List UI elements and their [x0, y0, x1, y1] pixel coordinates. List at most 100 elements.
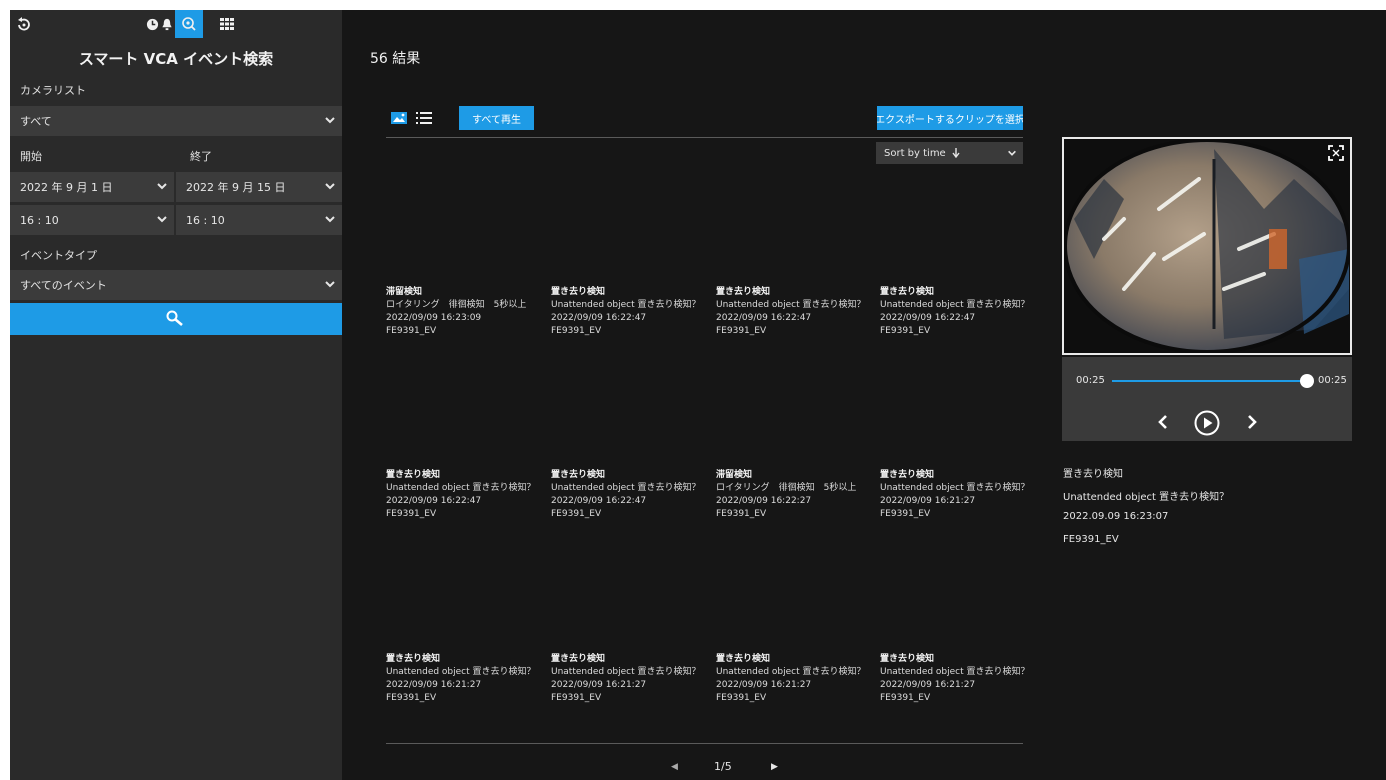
card-title: 置き去り検知 — [716, 287, 771, 297]
card-description: Unattended object 置き去り検知？ — [386, 483, 536, 493]
card-camera: FE9391_EV — [716, 326, 767, 336]
fullscreen-icon[interactable] — [1328, 145, 1344, 161]
result-card[interactable]: 置き去り検知 Unattended object 置き去り検知？ 2022/09… — [551, 469, 711, 521]
search-button[interactable] — [10, 303, 342, 335]
end-time-select[interactable]: 16 : 10 — [176, 205, 342, 235]
card-title: 置き去り検知 — [551, 654, 606, 664]
card-timestamp: 2022/09/09 16:22:47 — [880, 313, 976, 323]
preview-camera: FE9391_EV — [1063, 534, 1119, 545]
result-card[interactable]: 置き去り検知 Unattended object 置き去り検知？ 2022/09… — [880, 653, 1040, 705]
start-time-select[interactable]: 16 : 10 — [10, 205, 174, 235]
video-preview[interactable] — [1062, 137, 1352, 355]
card-camera: FE9391_EV — [551, 509, 602, 519]
card-description: Unattended object 置き去り検知？ — [386, 667, 536, 677]
sidebar: スマート VCA イベント検索 カメラリスト すべて 開始 終了 2022 年 … — [10, 10, 342, 780]
card-description: Unattended object 置き去り検知？ — [551, 300, 701, 310]
end-label: 終了 — [190, 150, 212, 163]
sort-select[interactable]: Sort by time — [876, 142, 1023, 164]
camera-list-label: カメラリスト — [20, 84, 86, 97]
export-clips-button[interactable]: エクスポートするクリップを選択 — [877, 106, 1023, 130]
chevron-down-icon — [325, 117, 335, 124]
result-card[interactable]: 置き去り検知 Unattended object 置き去り検知？ 2022/09… — [880, 286, 1040, 338]
card-description: Unattended object 置き去り検知？ — [716, 667, 866, 677]
card-timestamp: 2022/09/09 16:22:47 — [551, 496, 647, 506]
card-timestamp: 2022/09/09 16:21:27 — [880, 680, 976, 690]
card-timestamp: 2022/09/09 16:22:47 — [386, 496, 482, 506]
chevron-down-icon — [325, 281, 335, 288]
result-card[interactable]: 置き去り検知 Unattended object 置き去り検知？ 2022/09… — [716, 286, 876, 338]
card-camera: FE9391_EV — [880, 693, 931, 703]
next-page-icon[interactable]: ▶ — [771, 762, 778, 772]
camera-select[interactable]: すべて — [10, 106, 342, 136]
next-icon[interactable] — [1246, 415, 1258, 429]
card-timestamp: 2022/09/09 16:22:27 — [716, 496, 812, 506]
start-date-value: 2022 年 9 月 1 日 — [20, 181, 113, 194]
total-time: 00:25 — [1318, 375, 1347, 386]
search-icon — [166, 310, 183, 326]
divider — [386, 137, 1023, 138]
chevron-down-icon — [157, 216, 167, 223]
start-date-select[interactable]: 2022 年 9 月 1 日 — [10, 172, 174, 202]
result-card[interactable]: 滞留検知 ロイタリング 徘徊検知 5秒以上 2022/09/09 16:23:0… — [386, 286, 546, 338]
card-title: 滞留検知 — [386, 287, 423, 297]
result-card[interactable]: 置き去り検知 Unattended object 置き去り検知？ 2022/09… — [551, 286, 711, 338]
card-timestamp: 2022/09/09 16:23:09 — [386, 313, 482, 323]
card-timestamp: 2022/09/09 16:21:27 — [551, 680, 647, 690]
grid-icon[interactable] — [213, 10, 241, 38]
smart-search-icon[interactable] — [175, 10, 203, 38]
card-title: 置き去り検知 — [551, 470, 606, 480]
card-description: Unattended object 置き去り検知？ — [880, 667, 1030, 677]
prev-page-icon[interactable]: ◀ — [671, 762, 678, 772]
thumbnail-view-icon[interactable] — [391, 110, 407, 126]
play-all-button[interactable]: すべて再生 — [459, 106, 534, 130]
card-title: 置き去り検知 — [880, 470, 935, 480]
previous-icon[interactable] — [1157, 415, 1169, 429]
back-icon[interactable] — [10, 10, 38, 38]
result-card[interactable]: 置き去り検知 Unattended object 置き去り検知？ 2022/09… — [551, 653, 711, 705]
card-camera: FE9391_EV — [551, 326, 602, 336]
chevron-down-icon — [325, 183, 335, 190]
chevron-down-icon — [157, 183, 167, 190]
card-title: 置き去り検知 — [880, 654, 935, 664]
card-description: ロイタリング 徘徊検知 5秒以上 — [386, 300, 527, 310]
preview-title: 置き去り検知 — [1063, 469, 1123, 480]
result-card[interactable]: 置き去り検知 Unattended object 置き去り検知？ 2022/09… — [386, 469, 546, 521]
list-view-icon[interactable] — [416, 110, 432, 126]
result-card[interactable]: 置き去り検知 Unattended object 置き去り検知？ 2022/09… — [386, 653, 546, 705]
result-card[interactable]: 滞留検知 ロイタリング 徘徊検知 5秒以上 2022/09/09 16:22:2… — [716, 469, 876, 521]
card-timestamp: 2022/09/09 16:21:27 — [716, 680, 812, 690]
card-camera: FE9391_EV — [386, 693, 437, 703]
fisheye-video-frame — [1064, 139, 1350, 353]
card-description: Unattended object 置き去り検知？ — [551, 667, 701, 677]
card-timestamp: 2022/09/09 16:22:47 — [716, 313, 812, 323]
top-icon-bar — [10, 10, 342, 38]
arrow-down-icon — [952, 148, 960, 158]
card-camera: FE9391_EV — [551, 693, 602, 703]
card-camera: FE9391_EV — [716, 509, 767, 519]
card-description: ロイタリング 徘徊検知 5秒以上 — [716, 483, 857, 493]
card-title: 置き去り検知 — [386, 654, 441, 664]
card-description: Unattended object 置き去り検知？ — [880, 483, 1030, 493]
event-type-select[interactable]: すべてのイベント — [10, 270, 342, 300]
card-timestamp: 2022/09/09 16:21:27 — [880, 496, 976, 506]
progress-bar[interactable] — [1112, 380, 1308, 382]
end-date-select[interactable]: 2022 年 9 月 15 日 — [176, 172, 342, 202]
result-card[interactable]: 置き去り検知 Unattended object 置き去り検知？ 2022/09… — [716, 653, 876, 705]
progress-knob[interactable] — [1300, 374, 1314, 388]
card-camera: FE9391_EV — [716, 693, 767, 703]
result-card[interactable]: 置き去り検知 Unattended object 置き去り検知？ 2022/09… — [880, 469, 1040, 521]
end-time-value: 16 : 10 — [186, 213, 225, 227]
card-description: Unattended object 置き去り検知？ — [880, 300, 1030, 310]
card-title: 置き去り検知 — [880, 287, 935, 297]
page-indicator: 1/5 — [714, 760, 732, 773]
preview-datetime: 2022.09.09 16:23:07 — [1063, 511, 1169, 522]
card-camera: FE9391_EV — [880, 509, 931, 519]
event-type-value: すべてのイベント — [20, 279, 107, 292]
card-camera: FE9391_EV — [386, 509, 437, 519]
card-title: 置き去り検知 — [551, 287, 606, 297]
start-time-value: 16 : 10 — [20, 213, 59, 227]
sort-label: Sort by time — [884, 147, 946, 159]
camera-select-value: すべて — [20, 115, 52, 128]
card-camera: FE9391_EV — [386, 326, 437, 336]
play-icon[interactable] — [1194, 410, 1220, 436]
